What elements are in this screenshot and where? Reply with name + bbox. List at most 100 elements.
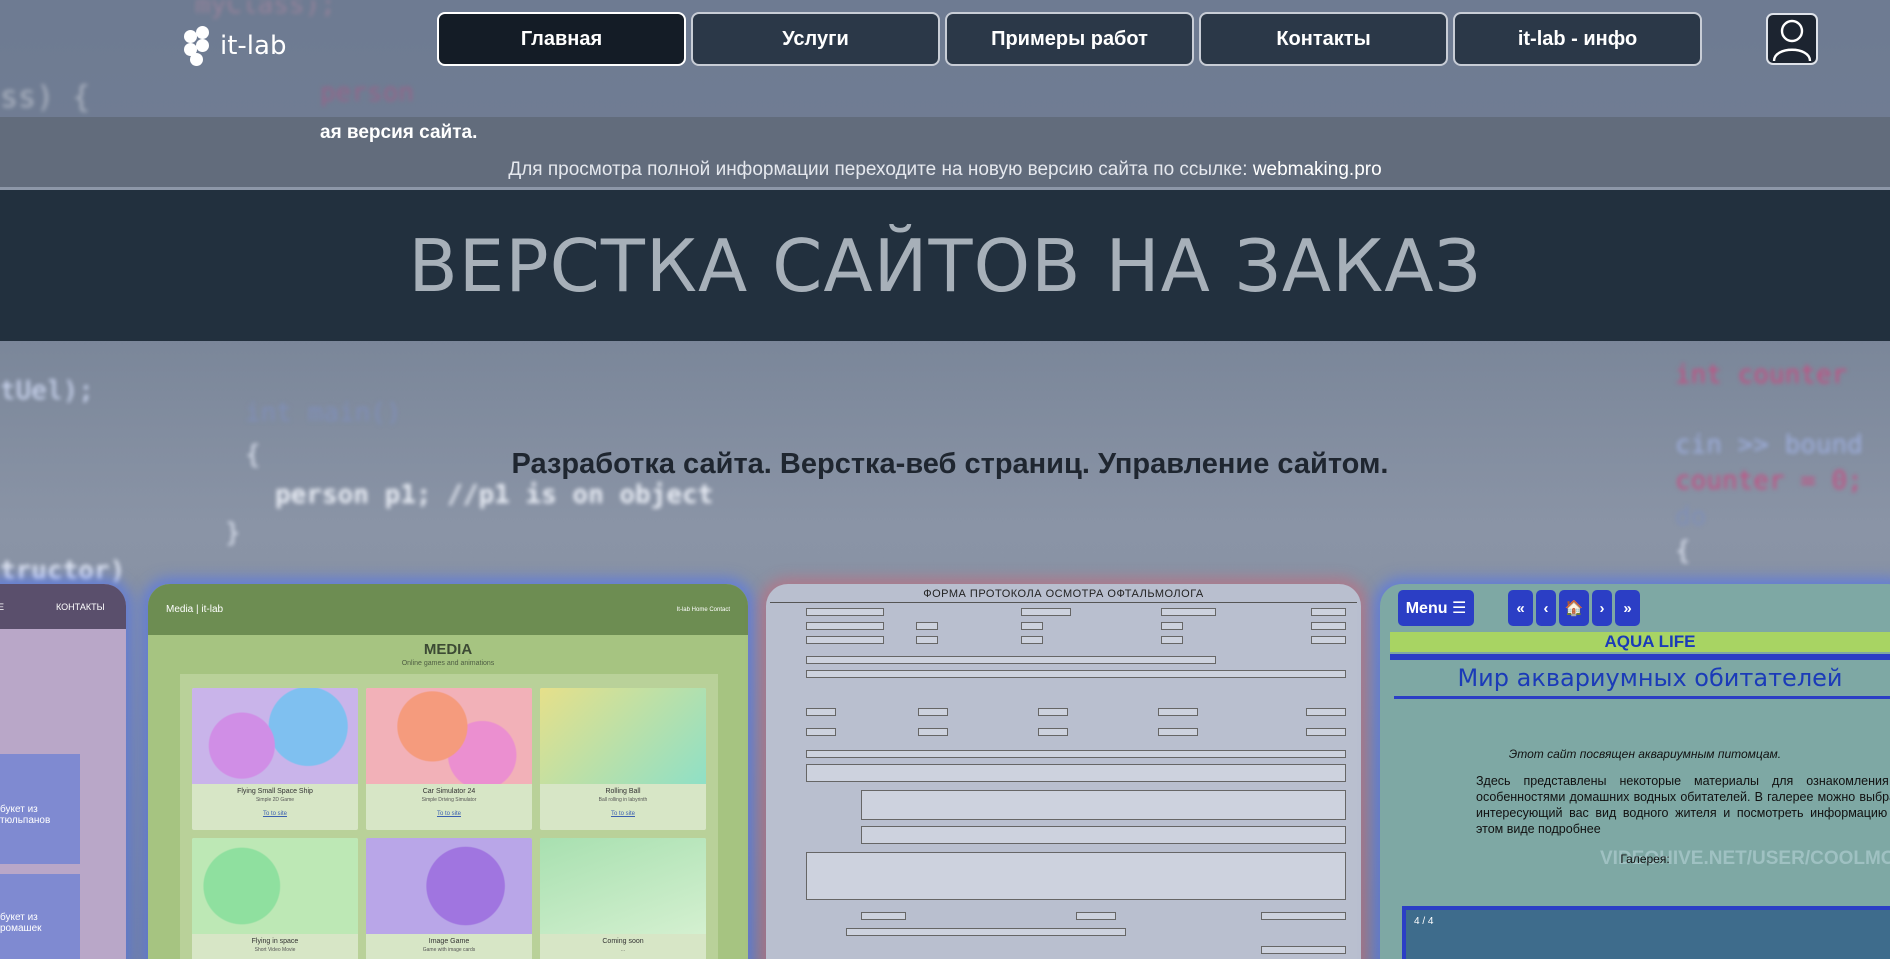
form-field [846, 928, 1126, 936]
form-field [806, 670, 1346, 678]
user-account-button[interactable] [1766, 13, 1818, 65]
form-field [916, 636, 938, 644]
form-field [1021, 622, 1043, 630]
form-field [1161, 622, 1183, 630]
media-tile-image [540, 688, 706, 784]
form-field [1038, 708, 1068, 716]
portfolio-card-form[interactable]: ФОРМА ПРОТОКОЛА ОСМОТРА ОФТАЛЬМОЛОГА [766, 584, 1361, 959]
code-line: int main() [245, 398, 402, 428]
new-site-link[interactable]: webmaking.pro [1253, 159, 1382, 180]
aqua-slide-counter: 4 / 4 [1414, 916, 1434, 927]
nav-contacts-button[interactable]: Контакты [1199, 12, 1448, 66]
aqua-band-title: AQUA LIFE [1390, 632, 1890, 652]
media-tile-image [366, 838, 532, 934]
form-field [806, 622, 884, 630]
media-tile-link: To to site [262, 811, 287, 817]
form-field [806, 608, 884, 616]
media-tile-title: Flying Small Space Ship [237, 788, 313, 795]
media-tile-sub: Simple 2D Game [255, 797, 295, 803]
code-line: do [1675, 502, 1707, 532]
flower-tile-label: букет из ромашек [0, 912, 42, 934]
notice-text: Для просмотра полной информации переходи… [508, 159, 1253, 180]
media-tile-title: Image Game [428, 938, 470, 945]
media-tile-link: To to site [610, 811, 635, 817]
media-tile-image [366, 688, 532, 784]
notice-text-line: Для просмотра полной информации переходи… [0, 159, 1890, 181]
media-tile: Image Game Game with image cards [366, 838, 532, 959]
form-field [1311, 622, 1346, 630]
form-field [861, 912, 906, 920]
aqua-intro: Этот сайт посвящен аквариумным питомцам. [1508, 747, 1782, 761]
form-field [1261, 946, 1346, 954]
form-field [1021, 636, 1043, 644]
media-tile-sub: ... [620, 947, 626, 953]
aqua-first-button[interactable]: « [1508, 590, 1533, 626]
media-tile-title: Flying in space [251, 938, 299, 945]
code-line: int counter [1675, 360, 1848, 390]
code-line: tructor) [0, 556, 126, 586]
site-logo[interactable]: it-lab [184, 26, 286, 66]
media-grid: Flying Small Space Ship Simple 2D Game To … [180, 674, 718, 959]
form-field [806, 636, 884, 644]
media-tile: Car Simulator 24 Simple Driving Simulator… [366, 688, 532, 830]
hero-title: ВЕРСТКА САЙТОВ НА ЗАКАЗ [408, 223, 1482, 308]
form-field [1311, 636, 1346, 644]
aqua-description: Здесь представлены некоторые материалы д… [1476, 774, 1890, 836]
form-field [1021, 608, 1071, 616]
media-tile-sub: Simple Driving Simulator [421, 797, 477, 803]
aqua-last-button[interactable]: » [1615, 590, 1640, 626]
code-line: person p1; //p1 is on object [275, 480, 714, 510]
card-nav: Е КОНТАКТЫ [0, 584, 126, 629]
media-tile-sub: Short Video Movie [254, 947, 296, 953]
form-field [806, 750, 1346, 758]
card-brand: Media | it-lab [166, 604, 224, 615]
card-nav-item: КОНТАКТЫ [56, 601, 105, 612]
aqua-home-button[interactable]: 🏠 [1559, 590, 1589, 626]
aqua-gallery-slide[interactable]: 4 / 4 [1402, 906, 1890, 959]
page-subtitle: Разработка сайта. Верстка-веб страниц. У… [511, 448, 1389, 480]
media-tile: Rolling Ball Ball rolling in labyrinth To … [540, 688, 706, 830]
form-field [861, 826, 1346, 844]
form-field [1158, 708, 1198, 716]
aqua-divider [1394, 696, 1890, 699]
flower-tile-label: букет из тюльпанов [0, 804, 51, 826]
card-title: MEDIA [423, 641, 473, 658]
user-icon [1772, 19, 1812, 62]
nav-services-button[interactable]: Услуги [691, 12, 940, 66]
form-divider [770, 602, 1357, 603]
media-tile-image [192, 838, 358, 934]
form-field [918, 728, 948, 736]
aqua-gallery-label: Галерея: [1620, 852, 1670, 866]
form-field [806, 656, 1216, 664]
portfolio-card-flowers[interactable]: Е КОНТАКТЫ букет из тюльпанов букет из р… [0, 584, 126, 959]
nav-info-button[interactable]: it-lab - инфо [1453, 12, 1702, 66]
nav-portfolio-button[interactable]: Примеры работ [945, 12, 1194, 66]
media-tile: Flying in space Short Video Movie [192, 838, 358, 959]
code-line: } [225, 518, 241, 548]
aqua-menu-button[interactable]: Menu ☰ [1398, 590, 1474, 626]
portfolio-card-media[interactable]: Media | it-lab It-lab Home Contact MEDIA… [148, 584, 748, 959]
form-field [806, 728, 836, 736]
notice-bar: ая версия сайта. Для просмотра полной ин… [0, 117, 1890, 190]
form-field [1076, 912, 1116, 920]
media-tile-sub: Game with image cards [422, 947, 476, 953]
notice-marquee: ая версия сайта. [320, 122, 478, 143]
form-field [1261, 912, 1346, 920]
nav-home-button[interactable]: Главная [437, 12, 686, 66]
form-field [1161, 636, 1183, 644]
flower-tile: букет из тюльпанов [0, 754, 80, 864]
aqua-prev-button[interactable]: ‹ [1536, 590, 1556, 626]
media-tile-image [540, 838, 706, 934]
form-field [806, 852, 1346, 900]
media-tile-image [192, 688, 358, 784]
media-tile-title: Coming soon [602, 938, 644, 945]
media-tile-title: Car Simulator 24 [422, 788, 476, 795]
portfolio-card-aqua[interactable]: Menu ☰ « ‹ 🏠 › » AQUA LIFE Мир аквариумн… [1380, 584, 1890, 959]
form-title: ФОРМА ПРОТОКОЛА ОСМОТРА ОФТАЛЬМОЛОГА [923, 588, 1204, 600]
form-field [1311, 608, 1346, 616]
logo-text: it-lab [220, 31, 287, 61]
code-line: tUel); [0, 376, 94, 406]
media-tile-link: To to site [436, 811, 461, 817]
form-field [861, 790, 1346, 820]
aqua-next-button[interactable]: › [1592, 590, 1612, 626]
